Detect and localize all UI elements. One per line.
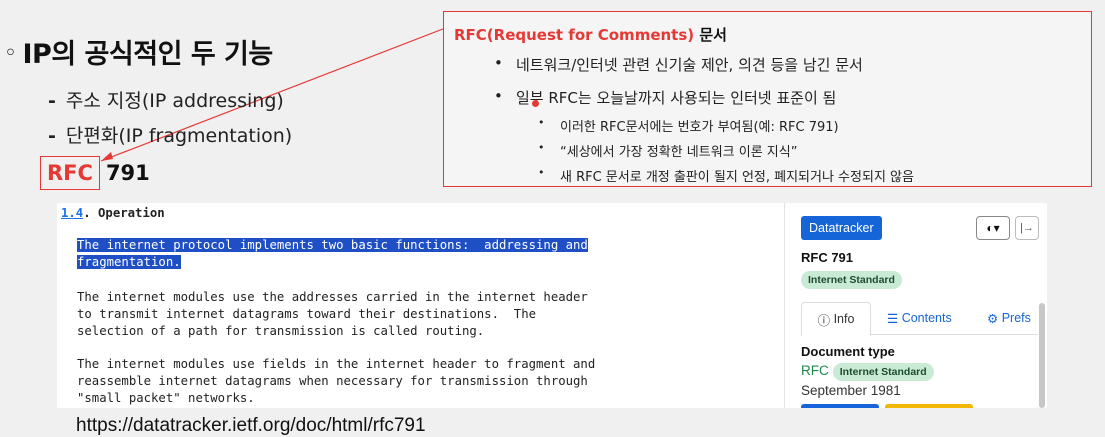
callout-subbullet: • 이러한 RFC문서에는 번호가 부여됨(예: RFC 791) xyxy=(538,116,839,135)
callout-bullet-text: 네트워크/인터넷 관련 신기술 제안, 의견 등을 남긴 문서 xyxy=(516,56,863,74)
doc-type-rfc[interactable]: RFC xyxy=(801,363,829,378)
doc-date: September 1981 xyxy=(801,383,901,398)
list-icon: ☰ xyxy=(887,311,902,326)
heading-text: IP의 공식적인 두 기능 xyxy=(22,39,273,70)
section-title: . Operation xyxy=(83,206,165,220)
item-text: 단편화(IP fragmentation) xyxy=(65,125,293,147)
info-icon: ⓘ xyxy=(817,313,834,328)
slide-heading: ◦ IP의 공식적인 두 기능 xyxy=(4,32,273,71)
sidebar-scrollbar[interactable] xyxy=(1039,303,1045,408)
tab-label: Info xyxy=(833,312,855,326)
rfc-document-body: 1.4. Operation The internet protocol imp… xyxy=(57,203,784,408)
datatracker-sidebar: Datatracker ◐▾ |→ RFC 791 Internet Stand… xyxy=(784,203,1047,408)
highlight-line-2: fragmentation. xyxy=(77,254,181,269)
tab-label: Contents xyxy=(901,311,952,325)
callout-subbullet-text: 새 RFC 문서로 개정 출판이 될지 언정, 폐지되거나 수정되지 않음 xyxy=(560,170,914,185)
rfc-page-screenshot: 1.4. Operation The internet protocol imp… xyxy=(57,203,1047,408)
gear-icon: ⚙ xyxy=(987,311,1002,326)
callout-subbullet-text: 이러한 RFC문서에는 번호가 부여됨(예: RFC 791) xyxy=(560,120,839,135)
tab-prefs[interactable]: ⚙ Prefs xyxy=(987,302,1031,334)
rfc-title: RFC 791 xyxy=(40,156,150,190)
section-heading: 1.4. Operation xyxy=(61,205,165,222)
paragraph-routing: The internet modules use the addresses c… xyxy=(77,289,588,339)
paragraph-fragment: The internet modules use fields in the i… xyxy=(77,356,595,406)
item-text: 주소 지정(IP addressing) xyxy=(65,90,284,112)
rfc-callout-box: RFC(Request for Comments) 문서 • 네트워크/인터넷 관… xyxy=(443,11,1092,187)
paragraph-text: The internet modules use fields in the i… xyxy=(77,357,596,405)
callout-subbullet-text: “세상에서 가장 정확한 네트워크 이론 지식” xyxy=(560,145,798,160)
slide-item-addressing: - 주소 지정(IP addressing) xyxy=(48,86,284,113)
theme-toggle-icon[interactable]: ◐▾ xyxy=(976,216,1010,240)
callout-subbullet: • “세상에서 가장 정확한 네트워크 이론 지식” xyxy=(538,141,798,160)
datatracker-button[interactable]: Datatracker xyxy=(801,216,882,240)
item-dash: - xyxy=(48,90,56,112)
doc-type-badge: Internet Standard xyxy=(832,363,934,381)
expand-sidebar-icon[interactable]: |→ xyxy=(1015,216,1039,240)
action-button-blue[interactable] xyxy=(801,404,879,408)
tab-contents[interactable]: ☰ Contents xyxy=(887,302,952,334)
paragraph-text: The internet modules use the addresses c… xyxy=(77,290,588,338)
highlight-line-1: The internet protocol implements two bas… xyxy=(77,238,588,252)
callout-title-rest: 문서 xyxy=(699,26,727,44)
heading-bullet: ◦ xyxy=(4,41,17,66)
doc-type-label: Document type xyxy=(801,344,895,359)
section-link[interactable]: 1.4 xyxy=(61,206,83,220)
tab-label: Prefs xyxy=(1001,311,1031,325)
pointer-dot xyxy=(532,100,539,107)
callout-title-red: RFC(Request for Comments) xyxy=(454,26,695,44)
sidebar-rfc-title: RFC 791 xyxy=(801,250,854,265)
callout-bullet: • 일부 RFC는 오늘날까지 사용되는 인터넷 표준이 됨 xyxy=(494,87,837,107)
sidebar-tabs: ⓘ Info ☰ Contents ⚙ Prefs xyxy=(801,302,1038,336)
rfc-number: 791 xyxy=(105,161,150,185)
rfc-highlight-box: RFC xyxy=(40,156,100,190)
rfc-url: https://datatracker.ietf.org/doc/html/rf… xyxy=(76,415,426,436)
callout-title: RFC(Request for Comments) 문서 xyxy=(454,24,727,45)
slide-item-fragmentation: - 단편화(IP fragmentation) xyxy=(48,121,292,148)
status-badge: Internet Standard xyxy=(801,271,902,289)
tab-info[interactable]: ⓘ Info xyxy=(801,302,871,336)
callout-subbullet: • 새 RFC 문서로 개정 출판이 될지 언정, 폐지되거나 수정되지 않음 xyxy=(538,166,914,185)
callout-bullet-text: 일부 RFC는 오늘날까지 사용되는 인터넷 표준이 됨 xyxy=(516,89,837,107)
doc-type-value: RFC Internet Standard xyxy=(801,363,934,381)
action-button-yellow[interactable] xyxy=(885,404,973,408)
callout-bullet: • 네트워크/인터넷 관련 신기술 제안, 의견 등을 남긴 문서 xyxy=(494,54,863,74)
item-dash: - xyxy=(48,125,56,147)
highlighted-text: The internet protocol implements two bas… xyxy=(77,237,588,271)
